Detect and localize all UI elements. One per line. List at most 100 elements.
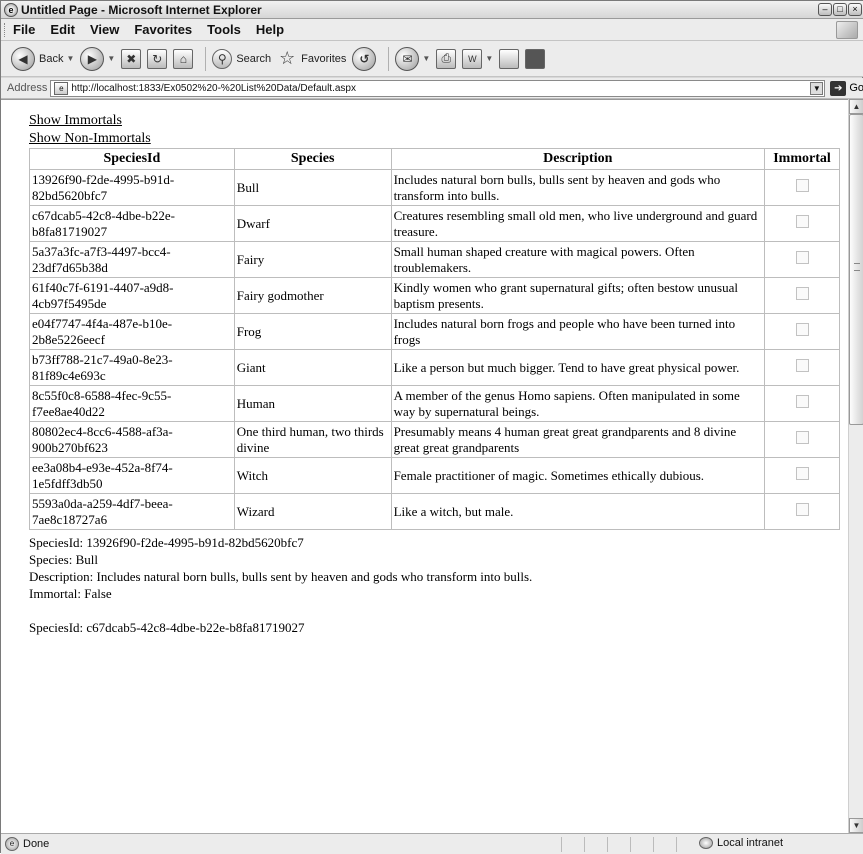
menu-help[interactable]: Help [256, 22, 284, 37]
stop-button[interactable]: ✖ [121, 48, 142, 69]
cell-speciesid: 61f40c7f-6191-4407-a9d8-4cb97f5495de [29, 277, 235, 314]
immortal-checkbox[interactable] [795, 359, 809, 372]
cell-species: Witch [233, 457, 392, 494]
column-header-species: Species [233, 148, 392, 170]
immortal-checkbox[interactable] [795, 503, 809, 516]
cell-description: Small human shaped creature with magical… [390, 241, 766, 278]
forward-button[interactable]: ▶ ▼ [80, 46, 115, 71]
immortal-checkbox[interactable] [795, 323, 809, 336]
mail-button[interactable]: ✉ ▼ [395, 46, 430, 71]
column-header-description: Description [390, 148, 766, 170]
go-label: Go [849, 82, 863, 94]
cell-description: Includes natural born bulls, bulls sent … [390, 169, 766, 206]
standard-toolbar: ◀ Back ▼ ▶ ▼ ✖ ↻ ⌂ ⚲ Search ☆ Favorites … [1, 41, 863, 77]
maximize-button[interactable]: □ [833, 3, 847, 16]
back-button[interactable]: ◀ Back ▼ [11, 46, 74, 71]
cell-species: Wizard [233, 493, 392, 530]
immortal-checkbox[interactable] [795, 395, 809, 408]
search-icon: ⚲ [212, 48, 233, 69]
column-header-speciesid: SpeciesId [29, 148, 235, 170]
refresh-icon: ↻ [147, 48, 168, 69]
cell-species: Fairy [233, 241, 392, 278]
title-bar: e Untitled Page - Microsoft Internet Exp… [1, 1, 863, 19]
refresh-button[interactable]: ↻ [147, 48, 168, 69]
detail-speciesid: SpeciesId: c67dcab5-42c8-4dbe-b22e-b8fa8… [29, 620, 305, 635]
status-pane [653, 837, 676, 852]
window-controls: – □ × [818, 3, 862, 16]
immortal-checkbox[interactable] [795, 431, 809, 444]
cell-description: Like a person but much bigger. Tend to h… [390, 349, 766, 386]
menu-favorites[interactable]: Favorites [134, 22, 192, 37]
immortal-checkbox[interactable] [795, 179, 809, 192]
forward-dropdown-icon[interactable]: ▼ [107, 54, 115, 63]
cell-description: Female practitioner of magic. Sometimes … [390, 457, 766, 494]
mail-dropdown-icon[interactable]: ▼ [422, 54, 430, 63]
cell-species: One third human, two thirds divine [233, 421, 392, 458]
page-icon: e [54, 81, 69, 95]
scroll-grip [854, 263, 860, 271]
menu-tools[interactable]: Tools [207, 22, 241, 37]
favorites-button[interactable]: ☆ Favorites [277, 48, 346, 69]
scroll-thumb[interactable] [849, 114, 863, 425]
home-button[interactable]: ⌂ [173, 48, 194, 69]
address-dropdown-icon[interactable]: ▼ [810, 81, 824, 95]
cell-description: Kindly women who grant supernatural gift… [390, 277, 766, 314]
page-done-icon: e [5, 837, 19, 851]
cell-speciesid: 8c55f0c8-6588-4fec-9c55-f7ee8ae40d22 [29, 385, 235, 422]
cell-immortal [764, 169, 840, 206]
cell-speciesid: 5a37a3fc-a7f3-4497-bcc4-23df7d65b38d [29, 241, 235, 278]
history-button[interactable]: ↺ [352, 46, 377, 71]
scroll-down-arrow-icon[interactable]: ▼ [849, 818, 863, 833]
toolbar-separator [388, 46, 390, 71]
cell-speciesid: 80802ec4-8cc6-4588-af3a-900b270bf623 [29, 421, 235, 458]
print-button[interactable]: ⎙ [436, 48, 457, 69]
table-row: e04f7747-4f4a-487e-b10e-2b8e5226eecf Fro… [29, 313, 840, 350]
messenger-button[interactable] [525, 48, 546, 69]
menu-file[interactable]: File [13, 22, 35, 37]
show-non-immortals-link[interactable]: Show Non-Immortals [29, 130, 844, 148]
discuss-icon [499, 48, 520, 69]
immortal-checkbox[interactable] [795, 215, 809, 228]
table-row: 61f40c7f-6191-4407-a9d8-4cb97f5495de Fai… [29, 277, 840, 314]
word-icon: W [462, 48, 483, 69]
immortal-checkbox[interactable] [795, 251, 809, 264]
detail-description: Description: Includes natural born bulls… [29, 569, 533, 584]
detail-item: SpeciesId: c67dcab5-42c8-4dbe-b22e-b8fa8… [29, 619, 844, 636]
show-immortals-link[interactable]: Show Immortals [29, 112, 844, 130]
cell-description: Includes natural born frogs and people w… [390, 313, 766, 350]
cell-speciesid: e04f7747-4f4a-487e-b10e-2b8e5226eecf [29, 313, 235, 350]
discuss-button[interactable] [499, 48, 520, 69]
back-dropdown-icon[interactable]: ▼ [66, 54, 74, 63]
go-button[interactable]: ➔ Go [830, 80, 863, 96]
address-field[interactable]: e http://localhost:1833/Ex0502%20-%20Lis… [50, 79, 826, 97]
menu-bar: File Edit View Favorites Tools Help [1, 19, 863, 41]
table-row: ee3a08b4-e93e-452a-8f74-1e5fdff3db50 Wit… [29, 457, 840, 494]
vertical-scrollbar[interactable]: ▲ ▼ [848, 99, 863, 833]
cell-description: A member of the genus Homo sapiens. Ofte… [390, 385, 766, 422]
detail-species: Species: Bull [29, 552, 98, 567]
menu-edit[interactable]: Edit [50, 22, 75, 37]
close-button[interactable]: × [848, 3, 862, 16]
minimize-button[interactable]: – [818, 3, 832, 16]
search-button[interactable]: ⚲ Search [212, 48, 271, 69]
status-text: Done [23, 838, 50, 850]
immortal-checkbox[interactable] [795, 467, 809, 480]
page-content: Show Immortals Show Non-Immortals Specie… [29, 112, 844, 653]
edit-button[interactable]: W ▼ [462, 48, 493, 69]
page-viewport: Show Immortals Show Non-Immortals Specie… [1, 99, 848, 833]
windows-logo-icon [836, 21, 858, 39]
toolbar-grip[interactable] [4, 23, 7, 37]
cell-immortal [764, 241, 840, 278]
window-title: Untitled Page - Microsoft Internet Explo… [21, 2, 262, 17]
edit-dropdown-icon[interactable]: ▼ [485, 54, 493, 63]
cell-species: Dwarf [233, 205, 392, 242]
status-pane [584, 837, 607, 852]
column-header-immortal: Immortal [764, 148, 840, 170]
intranet-icon [699, 837, 713, 849]
immortal-checkbox[interactable] [795, 287, 809, 300]
menu-view[interactable]: View [90, 22, 119, 37]
back-arrow-icon: ◀ [11, 46, 35, 71]
status-pane [676, 837, 699, 852]
address-url[interactable]: http://localhost:1833/Ex0502%20-%20List%… [71, 83, 356, 94]
scroll-up-arrow-icon[interactable]: ▲ [849, 99, 863, 114]
